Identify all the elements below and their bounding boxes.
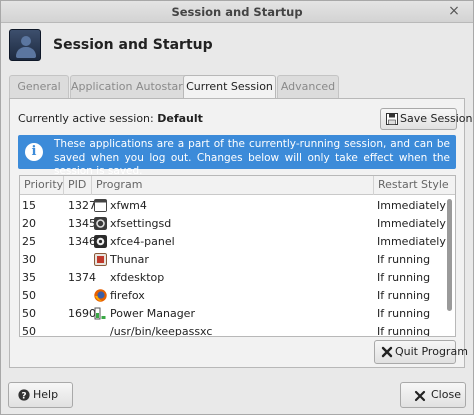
table-header: Priority PID Program Restart Style <box>20 176 455 195</box>
window-close-icon[interactable]: × <box>445 2 463 20</box>
priority-cell: 30 <box>22 253 36 266</box>
close-button[interactable]: Close <box>400 382 466 408</box>
quit-program-button[interactable]: Quit Program <box>374 340 468 364</box>
session-startup-window: Session and Startup × Session and Startu… <box>0 0 474 415</box>
active-session-name: Default <box>157 112 203 125</box>
title-bar: Session and Startup × <box>1 1 473 23</box>
table-row[interactable]: 15 1327 xfwm4 Immediately <box>20 197 446 215</box>
header-title: Session and Startup <box>53 37 213 53</box>
table-row[interactable]: 50 firefox If running <box>20 287 444 305</box>
column-pid[interactable]: PID <box>64 176 92 195</box>
tab-application-autostart[interactable]: Application Autostart <box>70 75 188 99</box>
quit-program-label: Quit Program <box>395 345 468 358</box>
firefox-icon <box>94 289 107 302</box>
program-cell: firefox <box>110 289 145 302</box>
battery-icon <box>94 307 106 320</box>
restart-cell: Immediately <box>377 217 446 230</box>
file-manager-icon <box>94 253 107 266</box>
save-session-label: Save Session <box>400 112 473 125</box>
pid-cell: 1690 <box>68 307 96 320</box>
priority-cell: 50 <box>22 325 36 337</box>
table-row[interactable]: 25 1346 xfce4-panel Immediately <box>20 233 446 251</box>
pid-cell: 1374 <box>68 271 96 284</box>
table-row[interactable]: 50 1690 Power Manager If running <box>20 305 444 323</box>
restart-cell: Immediately <box>377 199 446 212</box>
restart-cell: If running <box>377 289 431 302</box>
priority-cell: 35 <box>22 271 36 284</box>
close-x-icon <box>381 346 393 358</box>
restart-cell: If running <box>377 325 431 337</box>
program-cell: xfsettingsd <box>110 217 172 230</box>
help-icon: ? <box>18 389 30 401</box>
settings-icon <box>94 217 107 230</box>
table-row[interactable]: 50 /usr/bin/keepassxc If running <box>20 323 444 337</box>
restart-cell: If running <box>377 307 431 320</box>
program-cell: /usr/bin/keepassxc <box>110 325 213 337</box>
help-button[interactable]: ? Help <box>8 382 73 408</box>
session-table: Priority PID Program Restart Style 15 13… <box>19 175 456 337</box>
current-session-panel: Currently active session: Default Save S… <box>9 98 472 368</box>
priority-cell: 25 <box>22 235 36 248</box>
priority-cell: 50 <box>22 289 36 302</box>
active-session-line: Currently active session: Default <box>18 112 203 125</box>
pid-cell: 1345 <box>68 217 96 230</box>
restart-cell: Immediately <box>377 235 446 248</box>
info-text: These applications are a part of the cur… <box>54 138 450 177</box>
program-cell: xfce4-panel <box>110 235 175 248</box>
program-cell: Thunar <box>110 253 149 266</box>
scrollbar-thumb[interactable] <box>447 199 452 311</box>
priority-cell: 50 <box>22 307 36 320</box>
svg-text:?: ? <box>21 391 26 401</box>
save-session-button[interactable]: Save Session <box>380 108 472 130</box>
pid-cell: 1346 <box>68 235 96 248</box>
table-scrollbar[interactable] <box>445 197 454 335</box>
table-row[interactable]: 30 Thunar If running <box>20 251 444 269</box>
active-session-label: Currently active session: <box>18 112 154 125</box>
table-row[interactable]: 35 1374 xfdesktop If running <box>20 269 444 287</box>
close-label: Close <box>431 388 461 401</box>
help-label: Help <box>33 388 59 401</box>
column-program[interactable]: Program <box>92 176 374 195</box>
pid-cell: 1327 <box>68 199 96 212</box>
column-priority[interactable]: Priority <box>20 176 64 195</box>
window-title: Session and Startup <box>171 5 303 19</box>
info-icon: i <box>25 143 43 161</box>
panel-icon <box>94 235 107 248</box>
window-icon <box>94 199 107 212</box>
restart-cell: If running <box>377 271 431 284</box>
tab-current-session[interactable]: Current Session <box>183 75 276 100</box>
priority-cell: 15 <box>22 199 36 212</box>
session-user-icon <box>9 29 41 61</box>
priority-cell: 20 <box>22 217 36 230</box>
tab-advanced[interactable]: Advanced <box>277 75 339 99</box>
restart-cell: If running <box>377 253 431 266</box>
close-icon <box>414 390 426 402</box>
column-restart-style[interactable]: Restart Style <box>374 176 455 195</box>
save-icon <box>386 113 398 125</box>
program-cell: xfdesktop <box>110 271 165 284</box>
info-bar: i These applications are a part of the c… <box>18 135 456 177</box>
program-cell: xfwm4 <box>110 199 147 212</box>
tab-general[interactable]: General <box>9 75 69 99</box>
table-row[interactable]: 20 1345 xfsettingsd Immediately <box>20 215 446 233</box>
program-cell: Power Manager <box>110 307 195 320</box>
